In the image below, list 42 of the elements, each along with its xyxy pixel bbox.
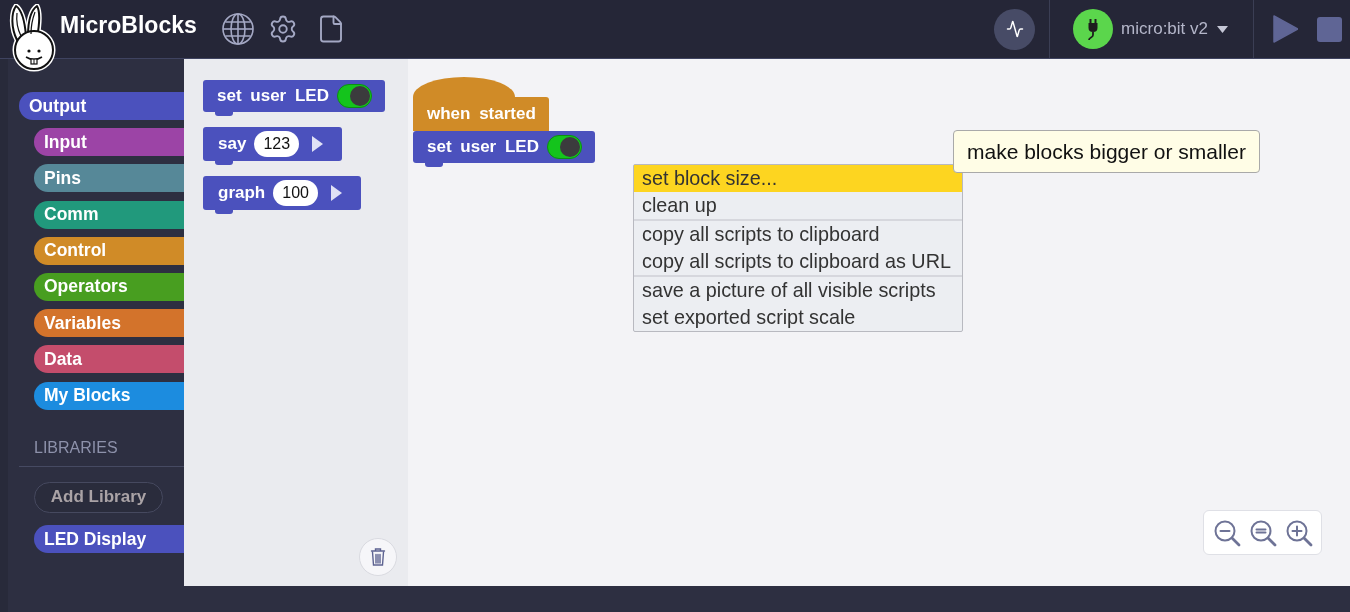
caret-icon bbox=[1217, 25, 1228, 33]
category-button[interactable]: Data bbox=[34, 345, 184, 374]
number-field[interactable]: 123 bbox=[254, 131, 300, 157]
block-label: set user LED bbox=[427, 137, 539, 157]
zoom-out-icon[interactable] bbox=[1212, 518, 1241, 547]
category-button[interactable]: Output bbox=[19, 92, 184, 120]
library-button[interactable]: LED Display bbox=[34, 525, 184, 554]
block-label: set user LED bbox=[217, 86, 329, 106]
menu-item[interactable]: set block size... bbox=[634, 165, 962, 192]
block-label: when started bbox=[427, 104, 536, 124]
globe-icon[interactable] bbox=[221, 13, 254, 45]
play-icon[interactable] bbox=[1273, 15, 1298, 43]
trash-icon[interactable] bbox=[359, 538, 397, 576]
menu-item[interactable]: copy all scripts to clipboard as URL bbox=[634, 248, 962, 275]
zoom-reset-icon[interactable] bbox=[1248, 518, 1277, 547]
block-label: say bbox=[218, 134, 247, 154]
board-menu-button[interactable]: micro:bit v2 bbox=[1121, 19, 1228, 39]
category-button[interactable]: Input bbox=[34, 128, 184, 157]
zoom-in-icon[interactable] bbox=[1284, 518, 1313, 547]
plug-icon[interactable] bbox=[1073, 9, 1114, 49]
category-button[interactable]: My Blocks bbox=[34, 381, 184, 410]
menu-item[interactable]: save a picture of all visible scripts bbox=[634, 277, 962, 304]
tooltip: make blocks bigger or smaller bbox=[953, 130, 1260, 173]
number-field[interactable]: 100 bbox=[273, 180, 318, 206]
toggle-switch[interactable] bbox=[546, 135, 582, 159]
category-button[interactable]: Variables bbox=[34, 309, 184, 338]
stop-icon[interactable] bbox=[1317, 16, 1342, 42]
expand-arrow-icon[interactable] bbox=[330, 185, 342, 201]
toggle-switch[interactable] bbox=[336, 84, 372, 108]
menu-item[interactable]: copy all scripts to clipboard bbox=[634, 221, 962, 248]
graph-button[interactable] bbox=[994, 8, 1036, 50]
menu-item[interactable]: clean up bbox=[634, 192, 962, 219]
block-label: graph bbox=[218, 183, 266, 203]
libraries-heading: LIBRARIES bbox=[34, 438, 118, 456]
pulse-icon bbox=[1005, 20, 1024, 38]
category-button[interactable]: Comm bbox=[34, 200, 184, 229]
add-library-button[interactable]: Add Library bbox=[34, 481, 163, 513]
menu-item[interactable]: set exported script scale bbox=[634, 304, 962, 331]
expand-arrow-icon[interactable] bbox=[312, 136, 324, 152]
category-button[interactable]: Pins bbox=[34, 164, 184, 193]
app-title: MicroBlocks bbox=[60, 11, 197, 39]
category-button[interactable]: Operators bbox=[34, 272, 184, 301]
